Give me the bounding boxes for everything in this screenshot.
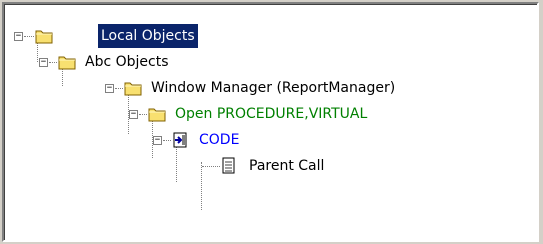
tree-node-label[interactable]: CODE	[196, 128, 242, 152]
tree-connector	[202, 166, 220, 167]
tree-connector	[163, 140, 171, 141]
tree-node-label[interactable]: Window Manager (ReportManager)	[148, 76, 398, 100]
tree-node-abc-objects[interactable]: − Abc Objects	[4, 50, 537, 74]
folder-icon	[148, 108, 166, 122]
tree-connector	[115, 88, 123, 89]
tree-connector	[139, 114, 147, 115]
tree-node-code[interactable]: − CODE	[4, 128, 537, 152]
tree-connector	[49, 62, 57, 63]
tree-view[interactable]: − Local Objects − Abc Objects − Window M…	[2, 2, 539, 242]
tree-node-label[interactable]: Local Objects	[98, 24, 198, 48]
document-icon	[222, 157, 235, 174]
collapse-toggle[interactable]: −	[14, 32, 23, 41]
folder-icon	[58, 56, 76, 70]
tree-node-parent-call[interactable]: Parent Call	[4, 154, 537, 178]
code-entry-icon	[173, 132, 187, 148]
tree-node-open-procedure[interactable]: − Open PROCEDURE,VIRTUAL	[4, 102, 537, 126]
folder-icon	[124, 82, 142, 96]
collapse-toggle[interactable]: −	[153, 136, 162, 145]
tree-node-local-objects[interactable]: − Local Objects	[4, 24, 537, 48]
tree-node-label[interactable]: Parent Call	[246, 154, 327, 178]
tree-connector	[24, 36, 34, 37]
tree-node-label[interactable]: Abc Objects	[82, 50, 172, 74]
collapse-toggle[interactable]: −	[105, 84, 114, 93]
folder-icon	[35, 30, 53, 44]
collapse-toggle[interactable]: −	[129, 110, 138, 119]
collapse-toggle[interactable]: −	[39, 58, 48, 67]
tree-node-window-manager[interactable]: − Window Manager (ReportManager)	[4, 76, 537, 100]
tree-node-label[interactable]: Open PROCEDURE,VIRTUAL	[172, 102, 370, 126]
